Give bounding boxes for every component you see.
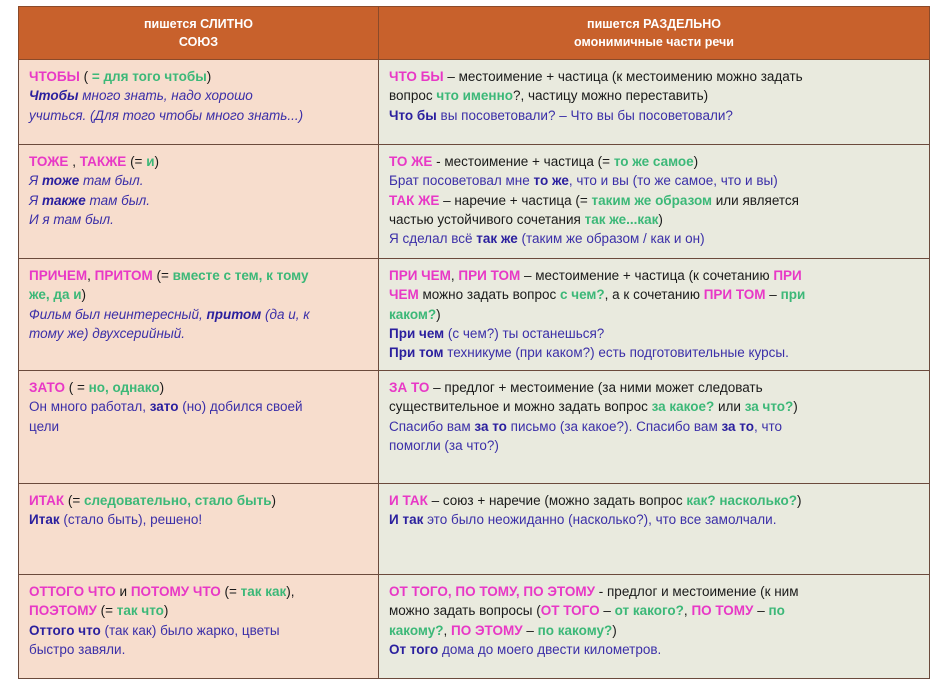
entry-example-line: учиться. (Для того чтобы много знать...)	[29, 107, 304, 123]
header-cell-together: пишется СЛИТНО СОЮЗ	[18, 5, 379, 61]
entry-example-line: При том техникуме (при каком?) есть подг…	[389, 344, 789, 360]
entry-headword-line: ТАК ЖЕ – наречие + частица (= таким же о…	[389, 192, 799, 208]
cell-together-itak: ИТАК (= следовательно, стало быть) Итак …	[18, 483, 379, 576]
entry-example-line: Брат посоветовал мне то же, что и вы (то…	[389, 173, 778, 189]
entry-headword-line: И ТАК – союз + наречие (можно задать воп…	[389, 493, 802, 509]
entry-example-line: И так это было неожиданно (насколько?), …	[389, 512, 777, 528]
entry-headword-line: ЧТО БЫ – местоимение + частица (к местои…	[389, 69, 803, 85]
cell-separately-ot-togo-po-tomu-po-etomu: ОТ ТОГО, ПО ТОМУ, ПО ЭТОМУ - предлог и м…	[378, 574, 930, 680]
entry-rule-line: вопрос что именно?, частицу можно перест…	[389, 88, 709, 104]
entry-headword-line: ПОЭТОМУ (= так что)	[29, 603, 169, 619]
entry-rule-line: какому?, ПО ЭТОМУ – по какому?)	[389, 622, 617, 638]
entry-example-line: При чем (с чем?) ты останешься?	[389, 325, 605, 341]
entry-example-line: От того дома до моего двести километров.	[389, 641, 662, 657]
cell-separately-za-to: ЗА ТО – предлог + местоимение (за ними м…	[378, 370, 930, 485]
entry-example-line: Я тоже там был.	[29, 173, 144, 189]
grammar-reference-sheet: пишется СЛИТНО СОЮЗ пишется РАЗДЕЛЬНО ом…	[0, 5, 947, 688]
entry-example-line: Оттого что (так как) было жарко, цветы	[29, 622, 280, 638]
entry-headword-line: ПРИЧЕМ, ПРИТОМ (= вместе с тем, к тому	[29, 268, 309, 284]
entry-headword-line: ЗАТО ( = но, однако)	[29, 380, 165, 396]
entry-rule-line: же, да и)	[29, 287, 87, 303]
cell-separately-i-tak: И ТАК – союз + наречие (можно задать воп…	[378, 483, 930, 576]
table-row: ОТТОГО ЧТО и ПОТОМУ ЧТО (= так как), ПОЭ…	[18, 574, 930, 680]
table-row: ИТАК (= следовательно, стало быть) Итак …	[18, 483, 930, 576]
cell-together-zato: ЗАТО ( = но, однако) Он много работал, з…	[18, 370, 379, 485]
header-together-line1: пишется СЛИТНО	[144, 17, 253, 31]
entry-headword-line: ТО ЖЕ - местоимение + частица (= то же с…	[389, 154, 699, 170]
entry-example-line: Я сделал всё так же (таким же образом / …	[389, 230, 705, 246]
entry-headword-line: ОТТОГО ЧТО и ПОТОМУ ЧТО (= так как),	[29, 584, 295, 600]
cell-separately-to-zhe-tak-zhe: ТО ЖЕ - местоимение + частица (= то же с…	[378, 144, 930, 260]
entry-rule-line: ЧЕМ можно задать вопрос с чем?, а к соче…	[389, 287, 806, 303]
cell-together-chtoby: ЧТОБЫ ( = для того чтобы) Чтобы много зн…	[18, 59, 379, 146]
header-cell-separately: пишется РАЗДЕЛЬНО омонимичные части речи	[378, 5, 930, 61]
entry-rule-line: можно задать вопросы (ОТ ТОГО – от каког…	[389, 603, 785, 619]
entry-example-line: Итак (стало быть), решено!	[29, 512, 203, 528]
header-together-line2: СОЮЗ	[178, 35, 219, 50]
table-row: ЧТОБЫ ( = для того чтобы) Чтобы много зн…	[18, 59, 930, 146]
entry-example-line: Он много работал, зато (но) добился свое…	[29, 399, 303, 415]
entry-example-line: И я там был.	[29, 211, 114, 227]
entry-example-line: цели	[29, 418, 60, 434]
table-row: ТОЖЕ , ТАКЖЕ (= и) Я тоже там был. Я так…	[18, 144, 930, 260]
cell-together-tozhe-takzhe: ТОЖЕ , ТАКЖЕ (= и) Я тоже там был. Я так…	[18, 144, 379, 260]
entry-example-line: Спасибо вам за то письмо (за какое?). Сп…	[389, 418, 783, 434]
entry-rule-line: каком?)	[389, 306, 441, 322]
entry-example-line: Что бы вы посоветовали? – Что вы бы посо…	[389, 107, 733, 123]
cell-separately-pri-chem-pri-tom: ПРИ ЧЕМ, ПРИ ТОМ – местоимение + частица…	[378, 258, 930, 372]
entry-example-line: Я также там был.	[29, 192, 151, 208]
entry-headword-line: ТОЖЕ , ТАКЖЕ (= и)	[29, 154, 160, 170]
table-row: ПРИЧЕМ, ПРИТОМ (= вместе с тем, к тому ж…	[18, 258, 930, 372]
entry-example-line: быстро завяли.	[29, 641, 126, 657]
entry-example-line: помогли (за что?)	[389, 437, 499, 453]
entry-rule-line: частью устойчивого сочетания так же...ка…	[389, 211, 663, 227]
table-row: ЗАТО ( = но, однако) Он много работал, з…	[18, 370, 930, 485]
entry-example-line: Фильм был неинтересный, притом (да и, к	[29, 306, 310, 322]
cell-separately-chto-by: ЧТО БЫ – местоимение + частица (к местои…	[378, 59, 930, 146]
entry-headword-line: ОТ ТОГО, ПО ТОМУ, ПО ЭТОМУ - предлог и м…	[389, 584, 799, 600]
table-header-row: пишется СЛИТНО СОЮЗ пишется РАЗДЕЛЬНО ом…	[18, 5, 930, 61]
header-separately-line1: пишется РАЗДЕЛЬНО	[587, 17, 721, 31]
entry-example-line: Чтобы много знать, надо хорошо	[29, 88, 253, 104]
entry-headword-line: ПРИ ЧЕМ, ПРИ ТОМ – местоимение + частица…	[389, 268, 802, 284]
cell-together-prichem-pritom: ПРИЧЕМ, ПРИТОМ (= вместе с тем, к тому ж…	[18, 258, 379, 372]
entry-headword-line: ЧТОБЫ ( = для того чтобы)	[29, 69, 212, 85]
header-separately-line2: омонимичные части речи	[574, 35, 734, 50]
entry-example-line: тому же) двухсерийный.	[29, 325, 186, 341]
entry-rule-line: существительное и можно задать вопрос за…	[389, 399, 798, 415]
entry-headword-line: ИТАК (= следовательно, стало быть)	[29, 493, 277, 509]
cell-together-ottogo-chto: ОТТОГО ЧТО и ПОТОМУ ЧТО (= так как), ПОЭ…	[18, 574, 379, 680]
entry-headword-line: ЗА ТО – предлог + местоимение (за ними м…	[389, 380, 763, 396]
conjunction-spelling-table: пишется СЛИТНО СОЮЗ пишется РАЗДЕЛЬНО ом…	[18, 5, 930, 680]
